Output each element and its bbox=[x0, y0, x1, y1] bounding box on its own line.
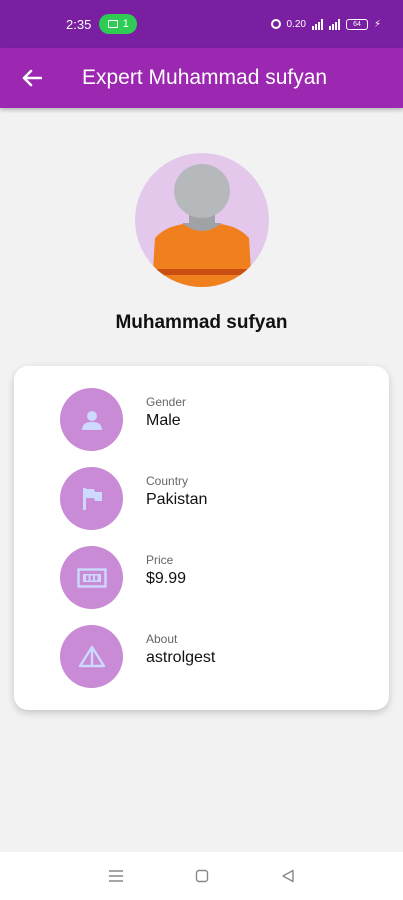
charging-icon: ⚡ bbox=[373, 18, 381, 30]
back-button[interactable] bbox=[0, 48, 64, 108]
detail-row-country: Country Pakistan bbox=[14, 467, 389, 531]
profile-name: Muhammad sufyan bbox=[115, 312, 288, 333]
detail-row-gender: Gender Male bbox=[14, 388, 389, 452]
details-card: Gender Male Country Pakistan Price $9.99 bbox=[14, 366, 389, 710]
status-time: 2:35 bbox=[66, 16, 92, 32]
notification-pill[interactable]: 1 bbox=[99, 14, 138, 34]
alarm-icon bbox=[270, 19, 281, 29]
money-icon bbox=[76, 567, 107, 588]
detail-row-about: About astrolgest bbox=[14, 625, 389, 689]
gender-icon-circle bbox=[60, 388, 123, 451]
back-triangle-icon[interactable] bbox=[281, 869, 295, 883]
notification-count: 1 bbox=[122, 18, 129, 30]
flag-icon bbox=[82, 487, 102, 510]
detail-value: Male bbox=[146, 412, 181, 429]
pyramid-icon bbox=[78, 645, 105, 667]
detail-row-price: Price $9.99 bbox=[14, 546, 389, 610]
screen-icon bbox=[107, 20, 118, 28]
about-icon-circle bbox=[60, 625, 123, 688]
back-arrow-icon bbox=[22, 69, 42, 87]
signal-icon bbox=[311, 18, 323, 30]
detail-value: $9.99 bbox=[146, 570, 187, 587]
app-bar-title: Expert Muhammad sufyan bbox=[82, 66, 328, 89]
status-bar: 2:35 1 0.20 64 ⚡ bbox=[0, 0, 403, 48]
detail-label: Country bbox=[146, 474, 189, 488]
detail-value: astrolgest bbox=[146, 649, 216, 666]
person-avatar-icon bbox=[152, 164, 252, 287]
battery-level: 64 bbox=[353, 20, 361, 28]
network-speed: 0.20 bbox=[286, 18, 306, 30]
menu-icon[interactable] bbox=[108, 869, 124, 883]
battery-icon: 64 bbox=[345, 18, 368, 30]
home-square-icon[interactable] bbox=[195, 869, 209, 883]
person-icon bbox=[81, 410, 102, 430]
avatar bbox=[135, 153, 269, 287]
app-bar: Expert Muhammad sufyan bbox=[0, 48, 403, 108]
country-icon-circle bbox=[60, 467, 123, 530]
signal-icon-2 bbox=[328, 18, 340, 30]
detail-label: Gender bbox=[146, 395, 187, 409]
detail-label: Price bbox=[146, 553, 174, 567]
system-nav-bar bbox=[0, 852, 403, 900]
detail-value: Pakistan bbox=[146, 491, 208, 508]
price-icon-circle bbox=[60, 546, 123, 609]
detail-label: About bbox=[146, 632, 178, 646]
